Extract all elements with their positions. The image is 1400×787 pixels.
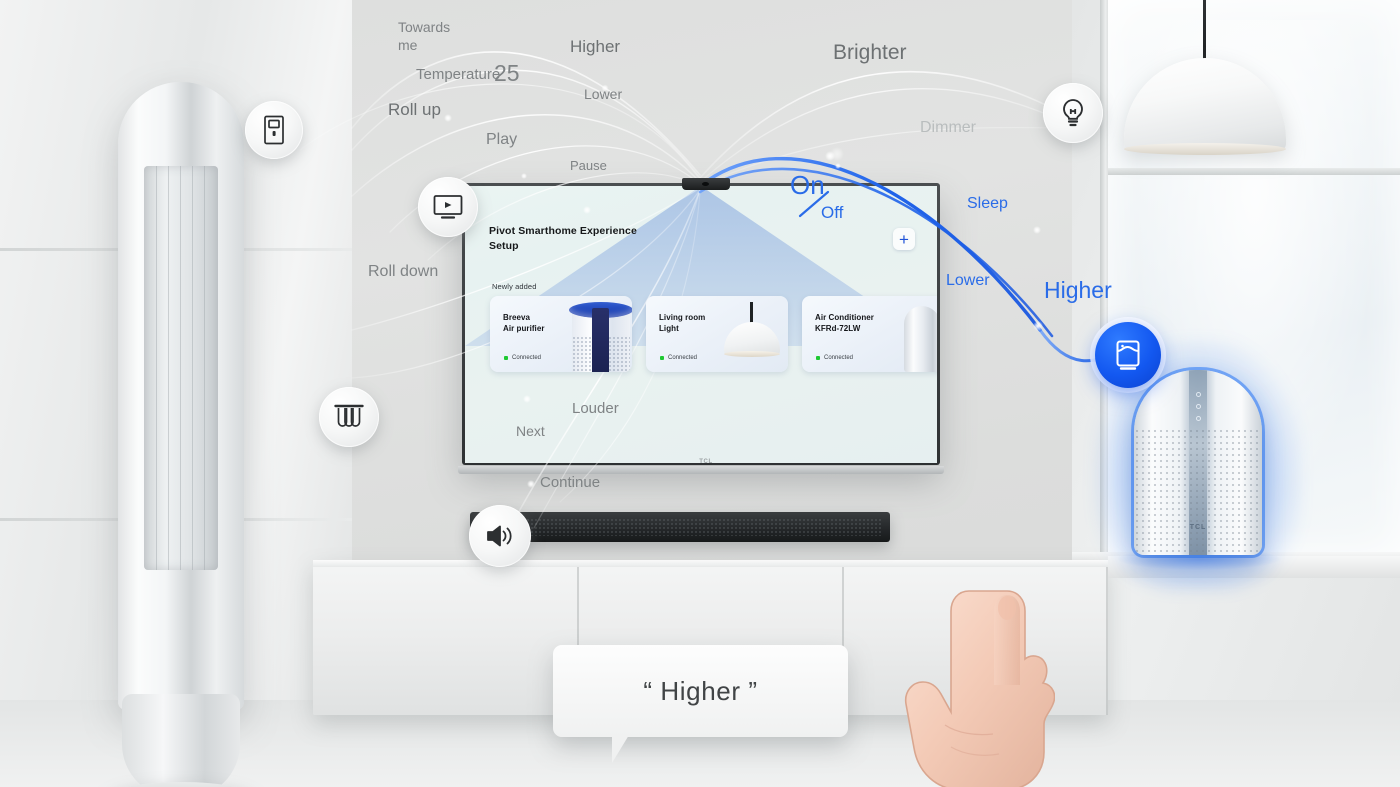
lightbulb-icon[interactable] [1043,83,1103,143]
device-card-name: Air Conditioner KFRd-72LW [815,313,874,333]
smarthome-scene: TCL Pivot Smarthome Experience Setup + N… [0,0,1400,787]
device-status-badge: Connected [816,355,853,361]
on-off-divider [797,190,831,218]
tv-ui-title-line2: Setup [489,240,519,252]
voice-label-continue[interactable]: Continue [540,473,600,492]
voice-label-temperature[interactable]: Temperature [416,65,500,84]
status-dot-icon [660,356,664,360]
voice-label-dimmer[interactable]: Dimmer [920,118,976,138]
curtain-icon[interactable] [319,387,379,447]
tv-ui-title-line1: Pivot Smarthome Experience [489,225,637,237]
speaker-icon[interactable] [469,505,531,567]
pendant-lamp-artwork [720,302,782,368]
air-purifier-icon[interactable] [1095,322,1161,388]
air-conditioner-icon[interactable] [245,101,303,159]
pointing-hand [904,590,1055,787]
voice-label-roll-down[interactable]: Roll down [368,262,438,282]
voice-label-towards-me[interactable]: Towards me [398,18,450,54]
voice-label-next[interactable]: Next [516,422,545,440]
device-card-name: Living room Light [659,313,706,333]
device-status-badge: Connected [660,355,697,361]
voice-label-lower-temp[interactable]: Lower [584,85,622,103]
add-device-button[interactable]: + [893,228,915,250]
voice-label-pause[interactable]: Pause [570,158,607,174]
voice-label-lower-fan[interactable]: Lower [946,271,990,291]
plus-icon: + [899,229,909,249]
newly-added-section-label: Newly added [492,282,537,291]
tv-icon[interactable] [418,177,478,237]
tv-camera [682,178,730,190]
air-conditioner-artwork [904,302,937,372]
status-dot-icon [504,356,508,360]
device-card-name: Breeva Air purifier [503,313,545,333]
tv-ui-title: Pivot Smarthome Experience Setup [489,224,729,254]
voice-label-higher-fan[interactable]: Higher [1044,276,1112,305]
voice-label-higher-temp[interactable]: Higher [570,36,620,57]
device-card-air-purifier[interactable]: Breeva Air purifier Connected [490,296,632,372]
air-purifier-artwork [566,300,632,372]
voice-label-play[interactable]: Play [486,130,517,150]
voice-label-louder[interactable]: Louder [572,399,619,418]
voice-label-sleep[interactable]: Sleep [967,194,1008,214]
device-card-list: Breeva Air purifier Connected Living roo [490,296,937,372]
voice-label-brighter[interactable]: Brighter [833,40,907,66]
speech-bubble-text: “ Higher ” [643,675,758,706]
device-card-living-room-light[interactable]: Living room Light Connected [646,296,788,372]
voice-label-roll-up[interactable]: Roll up [388,99,441,120]
voice-label-temp-value[interactable]: 25 [494,59,520,88]
status-dot-icon [816,356,820,360]
speech-bubble-tail [612,735,629,763]
device-status-badge: Connected [504,355,541,361]
device-card-air-conditioner[interactable]: Air Conditioner KFRd-72LW Connected [802,296,937,372]
speech-bubble: “ Higher ” [553,645,848,737]
